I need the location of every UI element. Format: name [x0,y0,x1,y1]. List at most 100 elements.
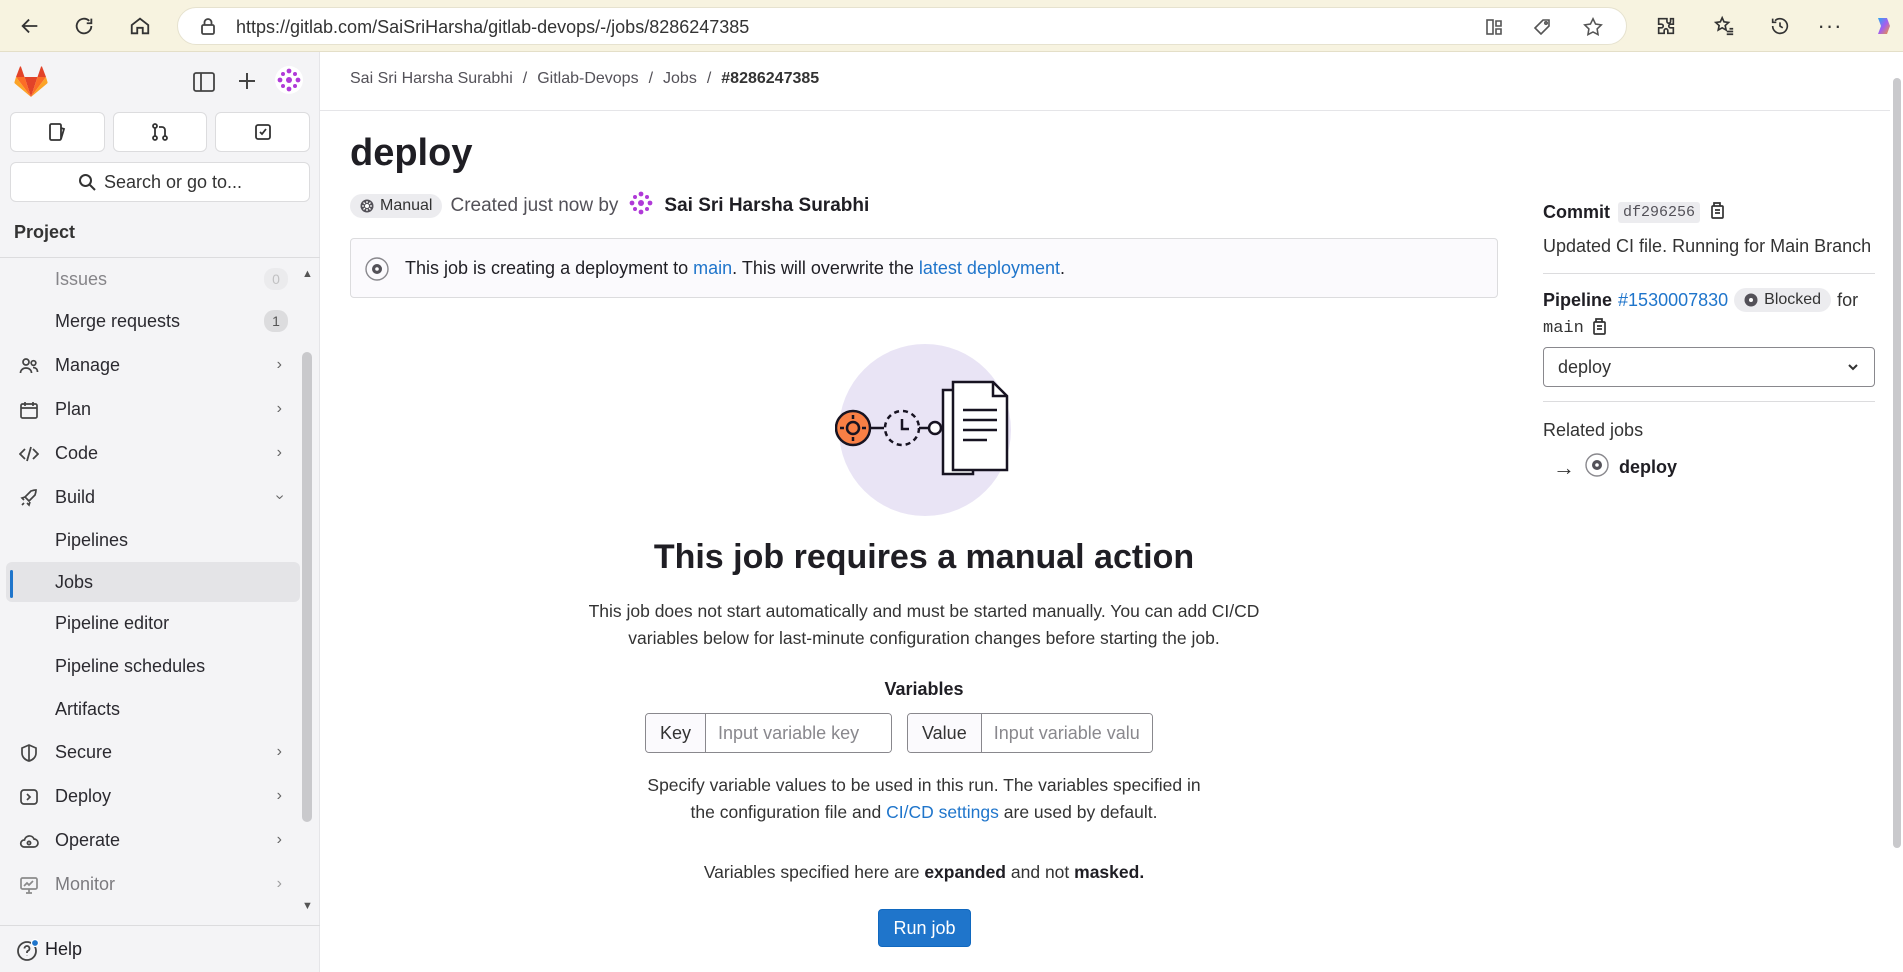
sidebar-item-deploy[interactable]: Deploy › [0,774,300,818]
more-icon[interactable]: ··· [1814,10,1846,42]
tag-icon[interactable] [1532,17,1552,42]
job-sidebar: Commit df296256 Updated CI file. Running… [1543,200,1875,482]
help-icon [16,938,40,967]
reader-icon[interactable] [1484,17,1504,42]
sidebar-item-pipeline-schedules[interactable]: Pipeline schedules [0,645,300,688]
extensions-icon[interactable] [1650,10,1682,42]
home-icon[interactable] [124,10,156,42]
pipeline-label: Pipeline [1543,289,1613,310]
divider [1543,273,1875,274]
sidebar-item-pipelines[interactable]: Pipelines [0,519,300,562]
variable-value-input[interactable] [981,714,1152,752]
users-icon [18,355,40,377]
divider [1543,401,1875,402]
sidebar-item-build[interactable]: Build › [0,475,300,519]
gear-icon [1585,453,1609,482]
breadcrumb-current[interactable]: #8286247385 [721,70,819,88]
reload-icon[interactable] [68,10,100,42]
manual-job-illustration [834,340,1015,520]
toggle-sidebar-icon[interactable] [193,72,215,97]
page-scrollbar[interactable] [1893,78,1901,848]
environment-link[interactable]: main [693,258,732,279]
commit-row: Commit df296256 [1543,200,1875,225]
commit-label: Commit [1543,202,1610,222]
breadcrumb-link[interactable]: Gitlab-Devops [537,70,638,88]
address-bar[interactable]: https://gitlab.com/SaiSriHarsha/gitlab-d… [177,7,1627,45]
sidebar-scrollbar[interactable] [302,352,312,822]
sidebar-item-code[interactable]: Code › [0,431,300,475]
empty-state-heading: This job requires a manual action [653,538,1195,576]
related-job-item[interactable]: → deploy [1543,453,1875,482]
status-badge-label: Manual [380,197,433,214]
author-link[interactable]: Sai Sri Harsha Surabhi [664,195,869,217]
sidebar: Search or go to... Project Issues 0 Merg… [0,52,320,972]
branch-link[interactable]: main [1543,319,1584,338]
stage-dropdown[interactable]: deploy [1543,347,1875,387]
variable-value-field: Value [907,713,1153,753]
sidebar-item-label: Issues [55,268,108,289]
sidebar-item-label: Build [55,486,96,507]
breadcrumb-link[interactable]: Jobs [663,70,697,88]
sidebar-item-label: Pipeline editor [55,613,170,633]
sidebar-item-jobs[interactable]: Jobs [6,562,300,602]
gitlab-logo-icon[interactable] [14,66,48,103]
scroll-down-icon[interactable]: ▼ [302,900,313,912]
count-badge: 0 [264,268,288,290]
pipeline-status-badge[interactable]: Blocked [1734,288,1832,312]
chevron-right-icon: › [276,743,282,760]
sidebar-item-label: Pipeline schedules [55,656,206,676]
history-icon[interactable] [1764,10,1796,42]
help-button[interactable]: Help [0,925,320,972]
calendar-icon [18,399,40,421]
sidebar-item-label: Code [55,442,99,463]
sidebar-item-merge-requests[interactable]: Merge requests 1 [0,299,300,343]
url-text: https://gitlab.com/SaiSriHarsha/gitlab-d… [236,17,750,37]
copy-icon[interactable] [1590,316,1608,341]
favorites-icon[interactable] [1708,10,1740,42]
create-new-icon[interactable] [236,70,258,97]
pipeline-link[interactable]: #1530007830 [1618,290,1728,311]
copilot-icon[interactable] [1868,10,1900,42]
search-button[interactable]: Search or go to... [10,162,310,202]
scroll-up-icon[interactable]: ▲ [302,268,313,280]
variables-help-text: Specify variable values to be used in th… [647,775,1201,822]
sidebar-item-artifacts[interactable]: Artifacts [0,688,300,730]
sidebar-item-pipeline-editor[interactable]: Pipeline editor [0,602,300,645]
copy-icon[interactable] [1708,200,1726,225]
sidebar-item-plan[interactable]: Plan › [0,387,300,431]
sidebar-item-manage[interactable]: Manage › [0,343,300,387]
avatar[interactable] [274,65,304,100]
issues-icon [49,123,66,141]
merge-requests-button[interactable] [112,112,208,152]
run-job-button[interactable]: Run job [878,909,971,947]
sidebar-item-label: Manage [55,354,121,375]
ci-cd-settings-link[interactable]: CI/CD settings [886,802,999,822]
sidebar-item-secure[interactable]: Secure › [0,730,300,774]
breadcrumb-link[interactable]: Sai Sri Harsha Surabhi [350,70,513,88]
gear-icon [360,199,374,213]
assigned-issues-button[interactable] [10,112,105,152]
merge-request-icon [152,123,168,141]
search-icon [78,174,96,191]
created-text: Created just now by [450,195,619,216]
sidebar-item-issues[interactable]: Issues 0 [0,259,300,299]
cloud-icon [18,830,40,852]
variable-key-field: Key [645,713,892,753]
breadcrumb: Sai Sri Harsha Surabhi / Gitlab-Devops /… [350,70,820,88]
empty-state-description: This job does not start automatically an… [588,601,1260,648]
arrow-right-icon: → [1553,454,1575,480]
back-icon[interactable] [14,10,46,42]
browser-toolbar: https://gitlab.com/SaiSriHarsha/gitlab-d… [0,0,1903,52]
sidebar-item-operate[interactable]: Operate › [0,818,300,862]
variable-key-input[interactable] [706,714,891,752]
code-icon [18,443,40,465]
sidebar-item-label: Jobs [55,571,94,592]
author-avatar[interactable] [626,188,656,224]
latest-deployment-link[interactable]: latest deployment [919,258,1060,279]
chevron-down-icon: › [271,494,289,500]
commit-sha-link[interactable]: df296256 [1618,202,1701,223]
favorite-star-icon[interactable] [1582,16,1604,43]
sidebar-item-monitor[interactable]: Monitor › [0,862,300,906]
todo-list-button[interactable] [215,112,311,152]
key-label: Key [646,714,707,752]
